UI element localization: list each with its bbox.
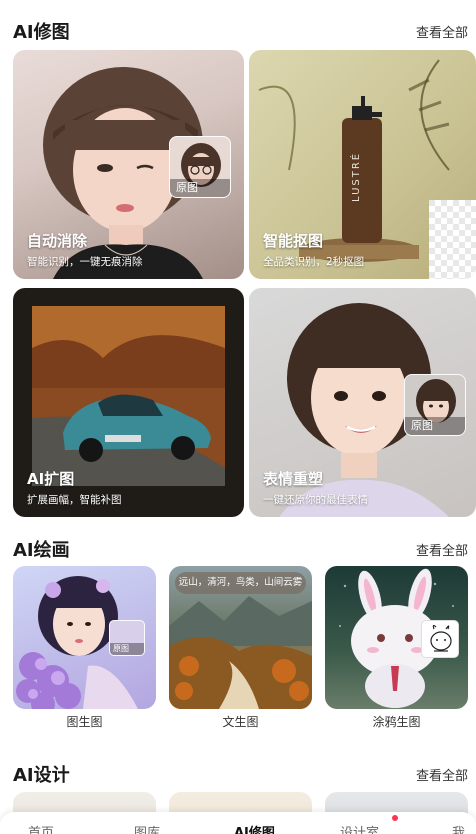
product-brand-text: LUSTRÉ [351,151,362,202]
expression-original-thumb[interactable]: 原图 [404,374,466,436]
retouch-section-header: AI修图 查看全部 [13,18,468,44]
text-prompt: 远山，清河，鸟类，山间云雾 [178,577,303,588]
drawing-section-header: AI绘画 查看全部 [13,536,468,562]
text-to-image-label: 文生图 [222,715,259,729]
ai-expand-title: AI扩图 [27,470,75,488]
tab-profile[interactable]: 我的 [452,822,476,834]
text-to-image-card[interactable]: 远山，清河，鸟类，山间云雾 [169,566,312,709]
smart-cutout-subtitle: 全品类识别，2秒抠图 [263,256,365,268]
text-prompt-bubble: 远山，清河，鸟类，山间云雾 [175,572,306,594]
auto-erase-title: 自动消除 [27,232,88,250]
doodle-sketch-thumb[interactable] [421,620,459,658]
drawing-section-title: AI绘画 [13,540,70,561]
original-badge: 原图 [405,417,465,435]
ai-expand-subtitle: 扩展画幅，智能补图 [27,494,122,506]
image-to-image-original-thumb[interactable]: 原图 [109,620,145,656]
doodle-to-image-card[interactable] [325,566,468,709]
auto-erase-card[interactable]: 原图 自动消除 智能识别，一键无痕消除 [13,50,244,279]
retouch-see-all-link[interactable]: 查看全部 [416,22,468,41]
notification-dot [392,815,398,821]
design-section-title: AI设计 [13,765,70,786]
retouch-section-title: AI修图 [13,22,70,43]
design-see-all-link[interactable]: 查看全部 [416,765,468,784]
expression-caption: 表情重塑 一键还原你的最佳表情 [263,468,368,507]
tab-ai-retouch[interactable]: AI修图 [234,822,275,834]
ai-expand-caption: AI扩图 扩展画幅，智能补图 [27,468,122,507]
doodle-sketch-icon [430,624,452,652]
expression-card[interactable]: 原图 表情重塑 一键还原你的最佳表情 [249,288,476,517]
expression-title: 表情重塑 [263,470,324,488]
image-to-image-label: 图生图 [66,715,103,729]
smart-cutout-caption: 智能抠图 全品类识别，2秒抠图 [263,230,364,269]
smart-cutout-card[interactable]: LUSTRÉ 智能抠图 全品类识别，2秒抠图 [249,50,476,279]
tab-home[interactable]: 首页 [28,822,54,834]
design-section-header: AI设计 查看全部 [13,761,468,787]
tab-design-studio[interactable]: 设计室 [340,822,379,834]
smart-cutout-title: 智能抠图 [263,232,324,250]
auto-erase-original-thumb[interactable]: 原图 [169,136,231,198]
original-badge: 原图 [170,179,230,197]
original-badge: 原图 [110,643,144,655]
ai-expand-card[interactable]: AI扩图 扩展画幅，智能补图 [13,288,244,517]
tab-gallery[interactable]: 图库 [134,822,160,834]
expression-subtitle: 一键还原你的最佳表情 [263,494,368,506]
auto-erase-caption: 自动消除 智能识别，一键无痕消除 [27,230,143,269]
image-to-image-card[interactable]: 原图 [13,566,156,709]
drawing-see-all-link[interactable]: 查看全部 [416,540,468,559]
bottom-tab-bar: 首页 图库 AI修图 设计室 我的 [0,812,476,834]
auto-erase-subtitle: 智能识别，一键无痕消除 [27,256,143,268]
doodle-to-image-label: 涂鸦生图 [372,715,421,729]
